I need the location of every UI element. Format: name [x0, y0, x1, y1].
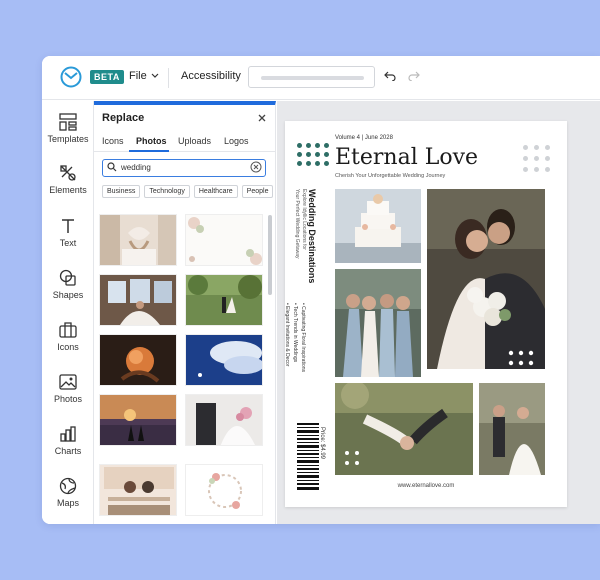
magazine-title[interactable]: Eternal Love	[335, 145, 478, 170]
photo-result[interactable]	[185, 394, 263, 446]
toolbar-divider	[168, 68, 169, 88]
photo-result[interactable]	[185, 464, 263, 516]
volume-label: Volume 4 | June 2028	[335, 135, 393, 141]
website-url[interactable]: www.eternallove.com	[285, 483, 567, 489]
photo-result[interactable]	[99, 274, 177, 326]
file-menu-label: File	[129, 70, 147, 82]
clear-search-icon[interactable]	[250, 161, 262, 173]
shapes-icon	[59, 269, 76, 286]
tab-logos[interactable]: Logos	[224, 136, 249, 146]
feature-bullets[interactable]: • Captivating Floral Inspirations • Tech…	[283, 303, 307, 372]
tab-icons[interactable]: Icons	[102, 136, 124, 146]
nav-label: Templates	[47, 134, 89, 144]
beta-badge: BETA	[90, 70, 124, 84]
tab-uploads[interactable]: Uploads	[178, 136, 211, 146]
document-name-field[interactable]	[248, 66, 375, 88]
photo-result[interactable]	[99, 394, 177, 446]
side-subtext-line: Explore Idyllic Locations for	[301, 189, 307, 250]
app-logo-icon[interactable]	[60, 66, 82, 88]
nav-label: Charts	[54, 446, 82, 456]
magazine-subtitle[interactable]: Cherish Your Unforgettable Wedding Journ…	[335, 173, 445, 179]
nav-label: Elements	[49, 185, 87, 195]
decorative-dots	[297, 143, 329, 166]
panel-tabs: Icons Photos Uploads Logos	[94, 132, 275, 152]
replace-panel: Replace Icons Photos Uploads Logos weddi…	[94, 101, 276, 524]
photo-result[interactable]	[185, 334, 263, 386]
search-input[interactable]: wedding	[102, 159, 266, 177]
text-icon	[62, 219, 74, 233]
photo-result[interactable]	[185, 214, 263, 266]
suggestion-chips: Business Technology Healthcare People	[102, 185, 274, 198]
panel-title: Replace	[102, 112, 145, 124]
nav-item-icons[interactable]: Icons	[42, 321, 94, 352]
side-subtext[interactable]: Explore Idyllic Locations for Your Perfe…	[293, 189, 307, 259]
redo-icon[interactable]	[408, 71, 420, 81]
chip-technology[interactable]: Technology	[144, 185, 190, 198]
decorative-dots-grey	[523, 145, 550, 172]
nav-label: Photos	[53, 394, 83, 404]
nav-item-photos[interactable]: Photos	[42, 373, 94, 404]
bullet-item: • Elegant Invitations & Decor	[284, 303, 290, 367]
canvas-area: Volume 4 | June 2028 Eternal Love Cheris…	[277, 101, 600, 524]
side-heading[interactable]: Wedding Destinations	[307, 189, 317, 283]
holding-hands-photo[interactable]	[335, 383, 473, 475]
magazine-page[interactable]: Volume 4 | June 2028 Eternal Love Cheris…	[283, 121, 567, 507]
photos-icon	[59, 374, 77, 390]
nav-item-maps[interactable]: Maps	[42, 477, 94, 508]
couple-kiss-photo[interactable]	[427, 189, 545, 369]
photo-result[interactable]	[185, 274, 263, 326]
search-value: wedding	[121, 163, 151, 172]
nav-label: Maps	[56, 498, 79, 508]
elements-icon	[60, 165, 76, 181]
active-tab-indicator	[129, 150, 169, 152]
close-icon[interactable]	[258, 114, 266, 122]
chip-healthcare[interactable]: Healthcare	[193, 185, 238, 198]
photo-result[interactable]	[99, 214, 177, 266]
nav-item-elements[interactable]: Elements	[42, 164, 94, 195]
bullet-item: • Tech Trends in Weddings	[292, 303, 298, 363]
nav-label: Text	[59, 238, 77, 248]
charts-icon	[60, 426, 76, 442]
icons-icon	[59, 322, 77, 338]
chevron-down-icon	[151, 73, 159, 78]
photo-result[interactable]	[99, 334, 177, 386]
chip-business[interactable]: Business	[102, 185, 141, 198]
file-menu[interactable]: File	[129, 70, 159, 82]
price-label[interactable]: Price: $4.99	[319, 427, 325, 459]
photo-result[interactable]	[99, 464, 177, 516]
bridesmaids-photo[interactable]	[335, 269, 421, 377]
nav-item-charts[interactable]: Charts	[42, 425, 94, 456]
tab-photos[interactable]: Photos	[136, 136, 167, 146]
templates-icon	[59, 113, 77, 131]
editor-app: BETA File Accessibility Templates Elemen…	[42, 56, 600, 524]
side-subtext-line: Your Perfect Wedding Getaway	[294, 189, 300, 259]
bullet-item: • Captivating Floral Inspirations	[300, 303, 306, 373]
cake-photo[interactable]	[335, 189, 421, 263]
nav-item-templates[interactable]: Templates	[42, 113, 94, 144]
barcode-icon[interactable]	[297, 423, 319, 491]
nav-item-text[interactable]: Text	[42, 217, 94, 248]
maps-icon	[59, 477, 77, 495]
photo-results-grid	[99, 214, 263, 524]
panel-scrollbar[interactable]	[268, 215, 272, 295]
left-nav: Templates Elements Text Shapes Icons Pho…	[42, 101, 94, 524]
nav-label: Icons	[57, 342, 79, 352]
accessibility-button[interactable]: Accessibility	[181, 70, 241, 82]
top-bar: BETA File Accessibility	[42, 56, 600, 100]
couple-walk-photo[interactable]	[479, 383, 545, 475]
search-icon	[107, 162, 117, 172]
nav-label: Shapes	[52, 290, 84, 300]
chip-people[interactable]: People	[241, 185, 274, 198]
undo-icon[interactable]	[384, 71, 396, 81]
nav-item-shapes[interactable]: Shapes	[42, 269, 94, 300]
